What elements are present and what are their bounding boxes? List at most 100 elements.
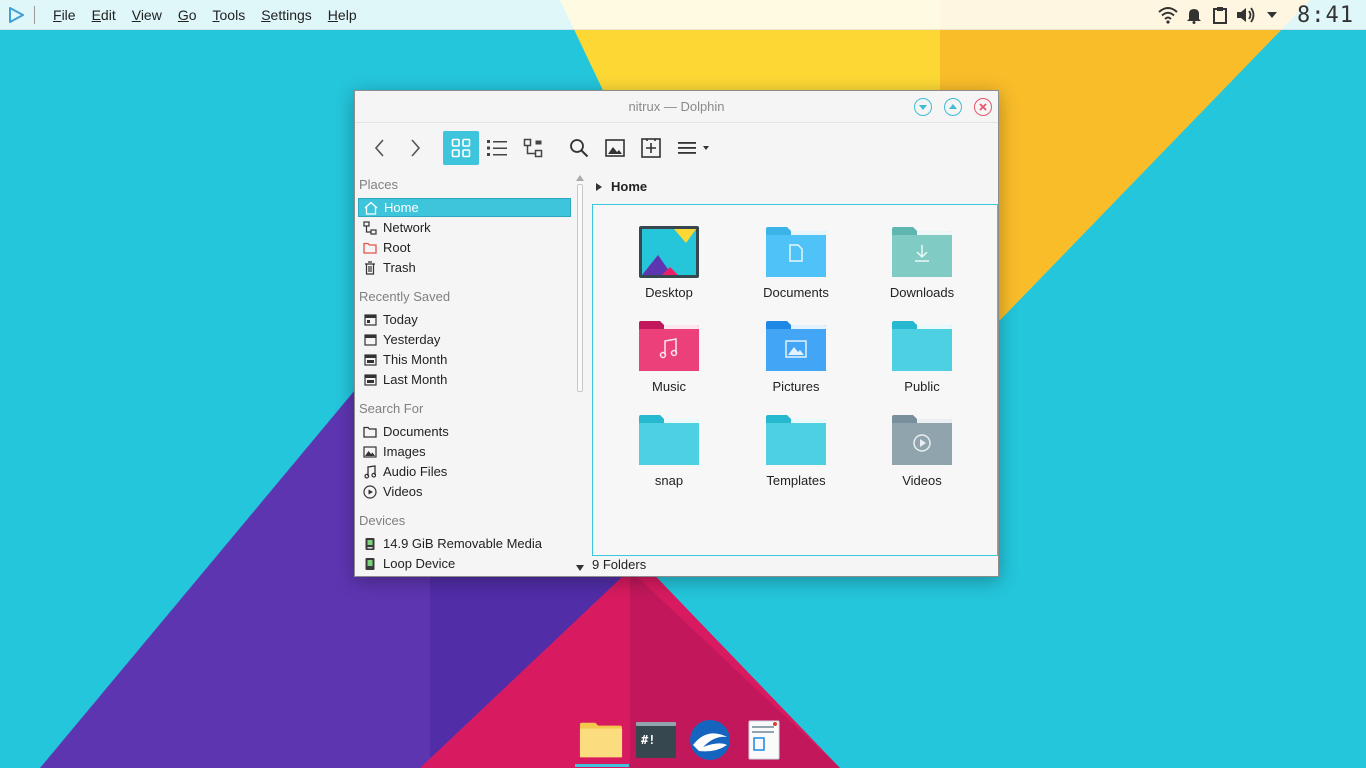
tray-expand-arrow-icon[interactable] bbox=[1259, 0, 1285, 30]
dock-item-text-editor[interactable] bbox=[742, 718, 786, 762]
places-item-network[interactable]: Network bbox=[358, 218, 571, 237]
forward-button[interactable] bbox=[400, 131, 430, 165]
folder-item-downloads[interactable]: Downloads bbox=[867, 225, 977, 315]
window-title: nitrux — Dolphin bbox=[628, 99, 725, 114]
places-item-label: Documents bbox=[383, 424, 449, 439]
places-item-last-month[interactable]: Last Month bbox=[358, 370, 571, 389]
folder-label: Documents bbox=[763, 285, 829, 300]
menu-settings[interactable]: Settings bbox=[253, 0, 320, 30]
usb-drive-icon bbox=[362, 536, 378, 552]
maximize-button[interactable] bbox=[944, 98, 962, 116]
status-bar-text: 9 Folders bbox=[592, 557, 647, 572]
places-item-yesterday[interactable]: Yesterday bbox=[358, 330, 571, 349]
split-view-button[interactable] bbox=[635, 131, 667, 165]
places-item-documents[interactable]: Documents bbox=[358, 422, 571, 441]
clock[interactable]: 8:41 bbox=[1285, 3, 1366, 28]
folder-label: Public bbox=[904, 379, 940, 394]
menu-view[interactable]: View bbox=[124, 0, 170, 30]
image-icon bbox=[605, 139, 625, 157]
places-item-removable-media[interactable]: 14.9 GiB Removable Media bbox=[358, 534, 571, 553]
snap-folder-icon bbox=[639, 415, 699, 465]
dock-item-files[interactable] bbox=[579, 718, 623, 762]
folder-label: Downloads bbox=[889, 285, 955, 300]
music-note-icon bbox=[362, 464, 378, 480]
calendar-icon bbox=[362, 372, 378, 388]
folder-item-public[interactable]: Public bbox=[867, 319, 977, 409]
launcher-button[interactable] bbox=[0, 0, 32, 30]
places-item-label: Loop Device bbox=[383, 556, 456, 571]
places-item-label: Audio Files bbox=[383, 464, 448, 479]
folder-label: Pictures bbox=[772, 379, 820, 394]
section-header-recently-saved: Recently Saved bbox=[359, 289, 451, 304]
folder-outline-icon bbox=[362, 424, 378, 440]
places-item-videos[interactable]: Videos bbox=[358, 482, 571, 501]
menu-tools[interactable]: Tools bbox=[205, 0, 254, 30]
volume-icon[interactable] bbox=[1233, 0, 1259, 30]
section-header-devices: Devices bbox=[359, 513, 406, 528]
music-folder-icon bbox=[639, 321, 699, 371]
details-view-button[interactable] bbox=[481, 131, 513, 165]
places-item-root[interactable]: Root bbox=[358, 238, 571, 257]
scroll-thumb[interactable] bbox=[577, 184, 583, 392]
clipboard-icon[interactable] bbox=[1207, 0, 1233, 30]
places-item-images[interactable]: Images bbox=[358, 442, 571, 461]
folder-item-desktop[interactable]: Desktop bbox=[614, 225, 724, 315]
scroll-up-arrow-icon bbox=[576, 175, 584, 181]
home-icon bbox=[363, 200, 379, 216]
icons-view-button[interactable] bbox=[443, 131, 479, 165]
places-item-loop-device[interactable]: Loop Device bbox=[358, 554, 571, 573]
main-menu-button[interactable] bbox=[673, 131, 715, 165]
places-scrollbar[interactable] bbox=[575, 172, 585, 576]
dock-item-terminal[interactable]: #! bbox=[634, 718, 678, 762]
menu-file[interactable]: File bbox=[45, 0, 84, 30]
places-item-label: Videos bbox=[383, 484, 423, 499]
folder-item-snap[interactable]: snap bbox=[614, 413, 724, 503]
back-button[interactable] bbox=[365, 131, 395, 165]
wifi-icon[interactable] bbox=[1155, 0, 1181, 30]
hamburger-menu-icon bbox=[678, 142, 709, 154]
places-item-trash[interactable]: Trash bbox=[358, 258, 571, 277]
downloads-folder-icon bbox=[892, 227, 952, 277]
places-item-home[interactable]: Home bbox=[358, 198, 571, 217]
folder-item-documents[interactable]: Documents bbox=[741, 225, 851, 315]
minimize-button[interactable] bbox=[914, 98, 932, 116]
close-button[interactable] bbox=[974, 98, 992, 116]
videos-folder-icon bbox=[892, 415, 952, 465]
menu-edit[interactable]: Edit bbox=[84, 0, 124, 30]
panel-separator bbox=[34, 5, 35, 24]
tree-view-icon bbox=[523, 138, 543, 158]
places-item-this-month[interactable]: This Month bbox=[358, 350, 571, 369]
folder-item-music[interactable]: Music bbox=[614, 319, 724, 409]
file-view[interactable]: Desktop Documents Downloads Music Pictur… bbox=[592, 204, 998, 556]
compact-view-button[interactable] bbox=[517, 131, 549, 165]
places-item-label: Network bbox=[383, 220, 431, 235]
places-item-label: Yesterday bbox=[383, 332, 441, 347]
places-item-audio-files[interactable]: Audio Files bbox=[358, 462, 571, 481]
menu-help[interactable]: Help bbox=[320, 0, 365, 30]
browser-icon bbox=[690, 720, 730, 760]
dock-item-browser[interactable] bbox=[688, 718, 732, 762]
folder-red-icon bbox=[362, 240, 378, 256]
places-item-label: Root bbox=[383, 240, 411, 255]
play-circle-icon bbox=[362, 484, 378, 500]
close-icon bbox=[979, 103, 987, 111]
desktop-folder-icon bbox=[639, 226, 699, 278]
breadcrumb[interactable]: Home bbox=[595, 179, 647, 194]
breadcrumb-home[interactable]: Home bbox=[611, 179, 647, 194]
document-app-icon bbox=[748, 720, 780, 760]
places-item-label: 14.9 GiB Removable Media bbox=[383, 536, 542, 551]
places-item-today[interactable]: Today bbox=[358, 310, 571, 329]
trash-icon bbox=[362, 260, 378, 276]
grid-view-icon bbox=[451, 138, 471, 158]
title-bar[interactable]: nitrux — Dolphin bbox=[355, 91, 998, 123]
search-button[interactable] bbox=[563, 131, 595, 165]
folder-item-pictures[interactable]: Pictures bbox=[741, 319, 851, 409]
folder-item-videos[interactable]: Videos bbox=[867, 413, 977, 503]
split-add-icon bbox=[641, 138, 661, 158]
preview-button[interactable] bbox=[599, 131, 631, 165]
notifications-bell-icon[interactable] bbox=[1181, 0, 1207, 30]
menu-go[interactable]: Go bbox=[170, 0, 205, 30]
places-item-label: Last Month bbox=[383, 372, 448, 387]
folder-item-templates[interactable]: Templates bbox=[741, 413, 851, 503]
public-folder-icon bbox=[892, 321, 952, 371]
